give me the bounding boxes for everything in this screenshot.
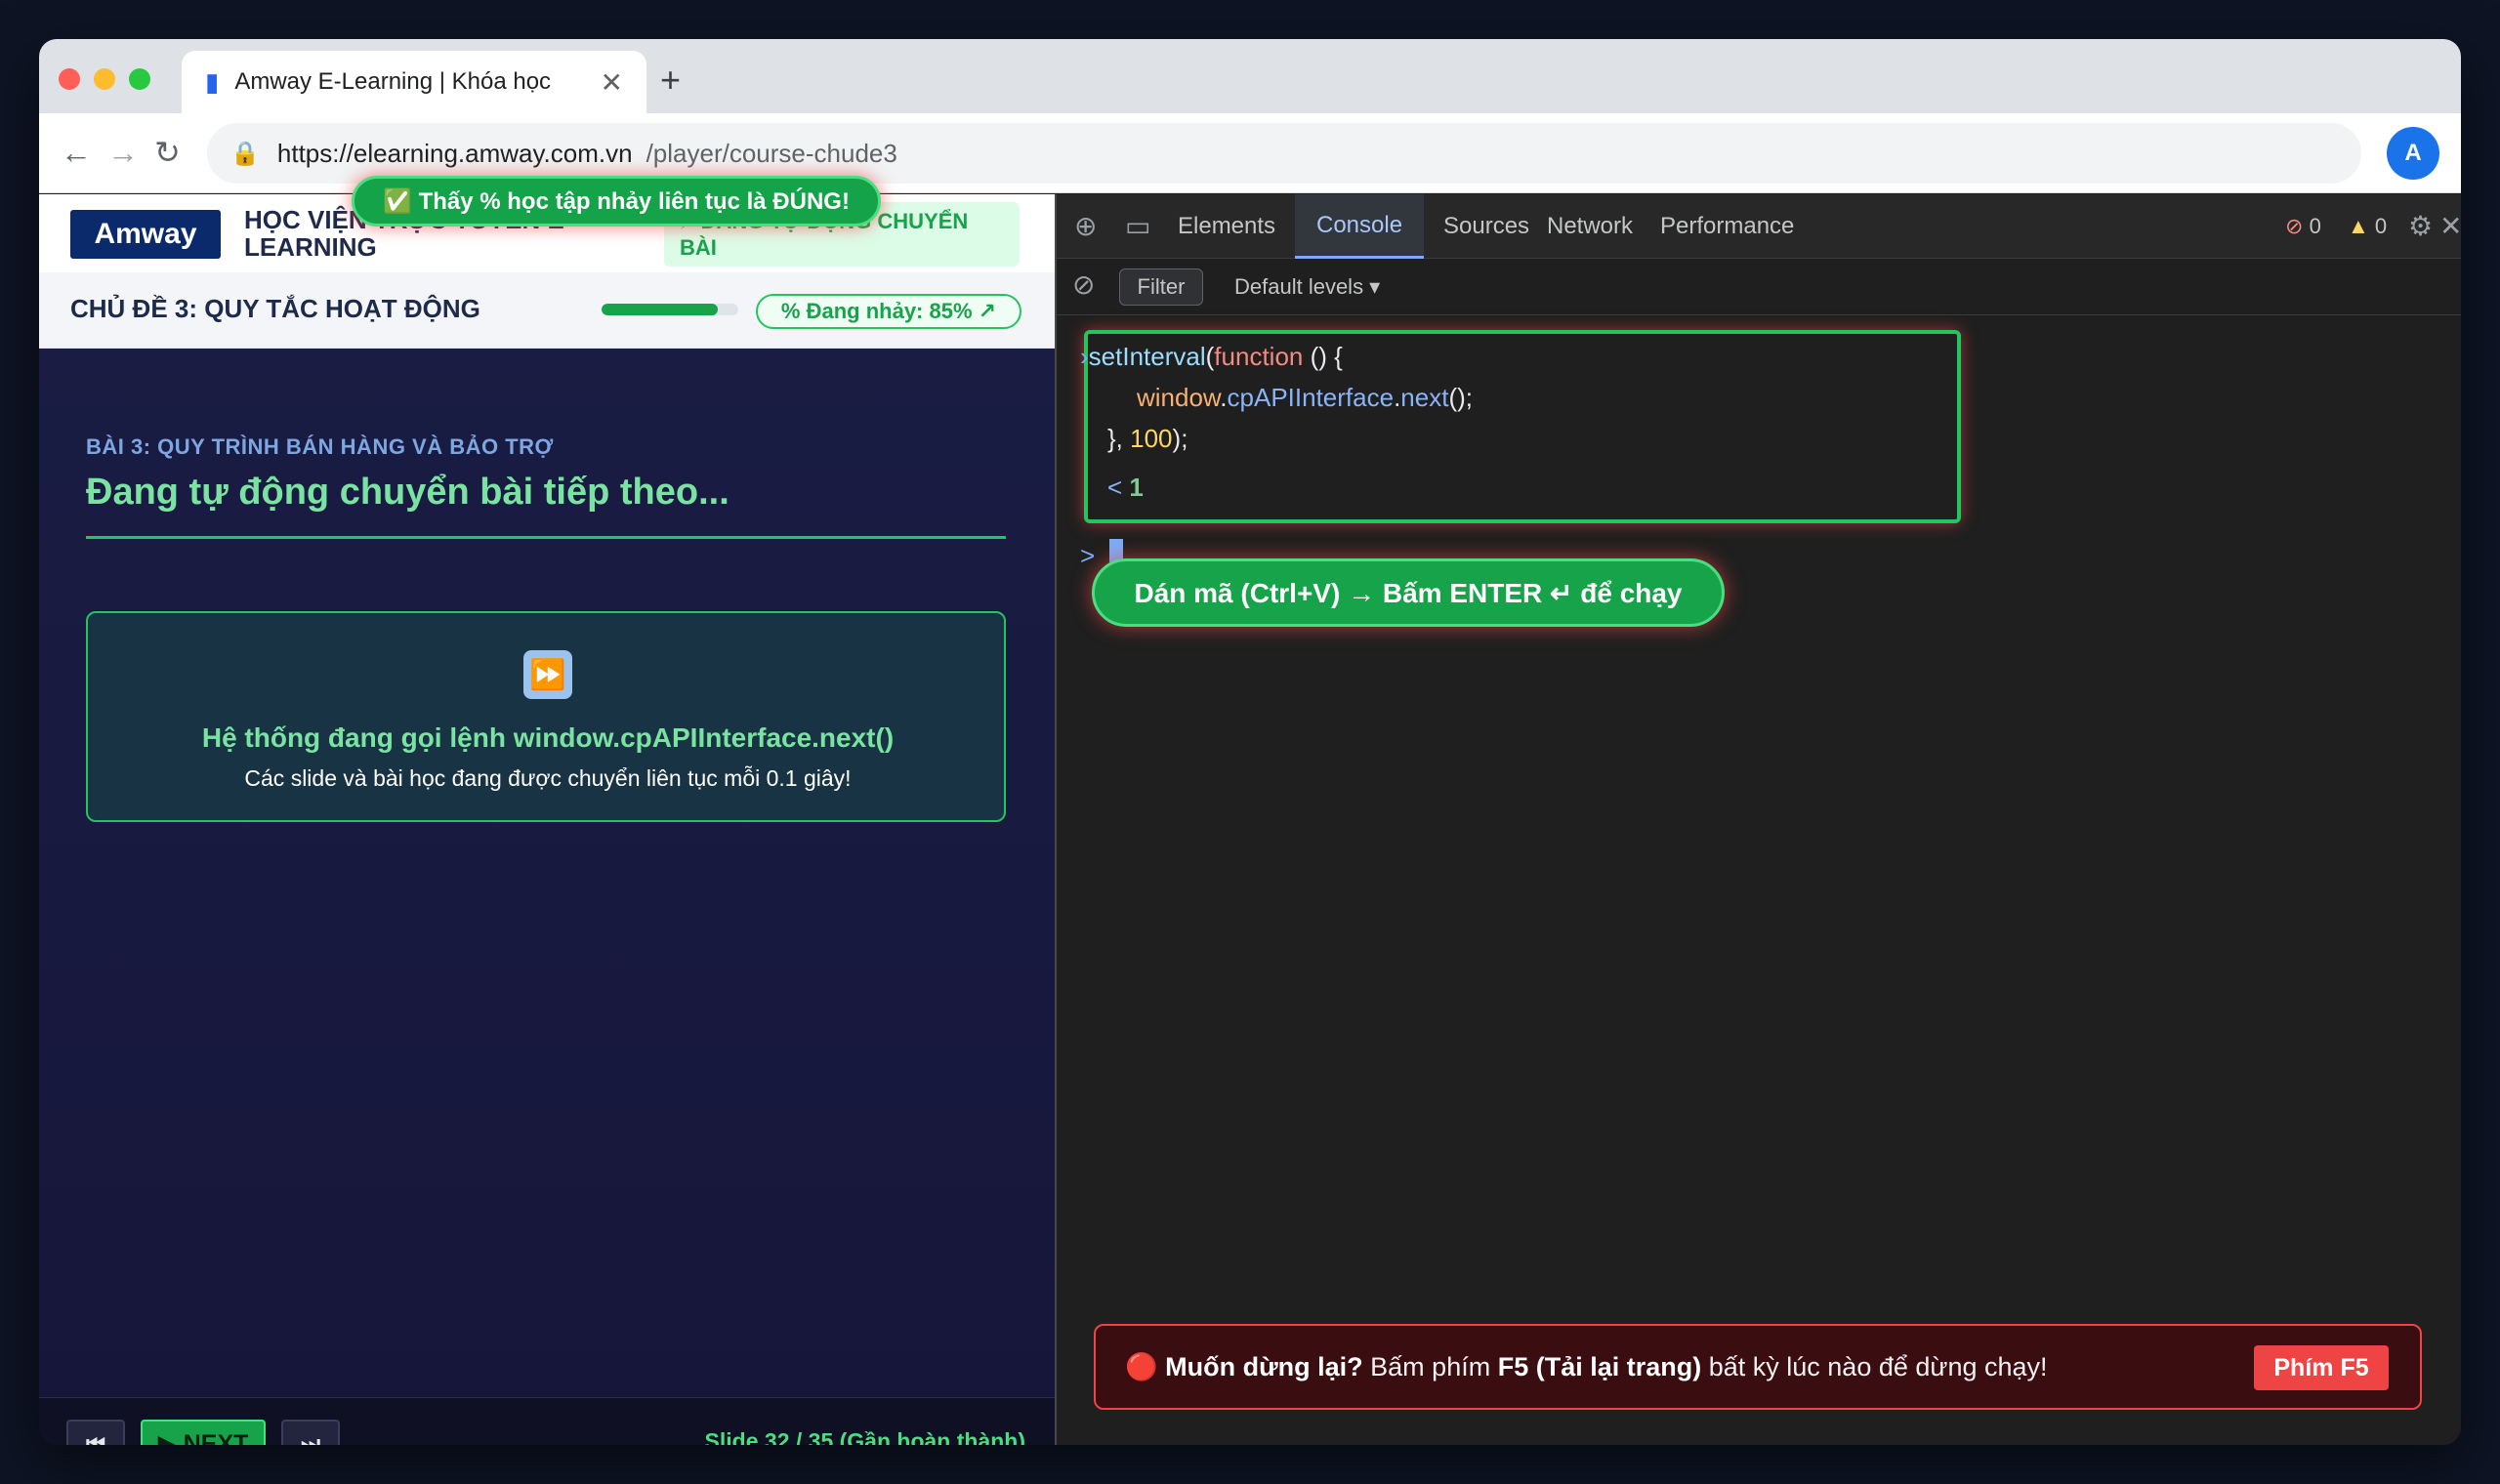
gear-icon[interactable]: ⚙: [2408, 212, 2433, 241]
prompt-chevron: >: [1080, 541, 1096, 570]
info-headline: Hệ thống đang gọi lệnh window.cpAPIInter…: [201, 722, 895, 753]
address-bar[interactable]: 🔒 https://elearning.amway.com.vn /player…: [207, 123, 2361, 184]
tab-console[interactable]: Console: [1295, 194, 1425, 259]
stop-message: 🔴 Muốn dừng lại? Bấm phím F5 (Tải lại tr…: [1125, 1351, 2048, 1382]
tab-network[interactable]: Network: [1525, 194, 1654, 259]
profile-avatar[interactable]: A: [2387, 127, 2439, 180]
book-icon: ▮: [205, 66, 220, 97]
code-token: function: [1214, 342, 1304, 371]
input-chevron-icon: ›: [1080, 342, 1089, 371]
console-filterbar: ⊘ Filter Default levels ▾: [1057, 259, 2461, 315]
code-line-3: }, 100);: [1107, 422, 1188, 455]
error-icon: ⊘: [2285, 214, 2304, 238]
url-path: /player/course-chude3: [646, 138, 897, 168]
forward-icon[interactable]: →: [107, 131, 139, 174]
code-token: ();: [1448, 383, 1473, 412]
tab-elements[interactable]: Elements: [1156, 194, 1297, 259]
minimize-window-button[interactable]: [94, 68, 115, 90]
error-count[interactable]: ⊘ 0: [2285, 212, 2321, 241]
callout-progress-ok: ✅ Thấy % học tập nhảy liên tục là ĐÚNG!: [352, 176, 881, 227]
stop-text-part: Bấm phím: [1362, 1352, 1498, 1381]
code-token: cpAPIInterface: [1227, 383, 1395, 412]
fast-forward-icon: ⏩: [523, 650, 572, 699]
stop-text-part: bất kỳ lúc nào để dừng chạy!: [1701, 1352, 2048, 1381]
lesson-subtitle: BÀI 3: QUY TRÌNH BÁN HÀNG VÀ BẢO TRỢ: [86, 434, 554, 459]
next-button[interactable]: ▶ NEXT: [141, 1420, 266, 1445]
inspect-icon[interactable]: ⊕: [1074, 212, 1097, 241]
close-window-button[interactable]: [59, 68, 80, 90]
progress-bar: [602, 304, 738, 315]
console-result: < 1: [1107, 471, 1144, 504]
amway-logo[interactable]: Amway: [70, 210, 221, 259]
result-value: 1: [1129, 473, 1144, 502]
filter-input[interactable]: Filter: [1119, 268, 1203, 306]
lock-icon: 🔒: [230, 140, 260, 167]
info-box: ⏩ Hệ thống đang gọi lệnh window.cpAPIInt…: [86, 611, 1006, 822]
progress-pill: % Đang nhảy: 85% ↗: [756, 294, 1021, 329]
chapter-title: CHỦ ĐỀ 3: QUY TẮC HOẠT ĐỘNG: [70, 294, 480, 323]
elearning-page: Amway HỌC VIỆN TRỰC TUYẾN E-LEARNING ⚡ Đ…: [39, 194, 1055, 1445]
devtools-tabbar: ⊕ ▭ Elements Console Sources Network Per…: [1057, 194, 2461, 259]
code-line-2: window.cpAPIInterface.next();: [1137, 381, 1473, 414]
progress-fill: [602, 304, 718, 315]
stop-key-hint: F5 (Tải lại trang): [1497, 1352, 1702, 1381]
browser-window: ▮ Amway E-Learning | Khóa học ✕ + ← → ↻ …: [39, 39, 2461, 1445]
code-token: );: [1172, 424, 1188, 453]
code-token: .: [1220, 383, 1228, 412]
lesson-title: Đang tự động chuyển bài tiếp theo...: [86, 472, 729, 513]
console-prompt[interactable]: >: [1080, 539, 1095, 572]
code-token: window: [1137, 383, 1221, 412]
warning-count[interactable]: ▲ 0: [2348, 212, 2387, 241]
code-token: () {: [1303, 342, 1343, 371]
tab-performance[interactable]: Performance: [1639, 194, 1815, 259]
device-toolbar-icon[interactable]: ▭: [1125, 212, 1150, 241]
code-token: 100: [1130, 424, 1173, 453]
stop-banner: 🔴 Muốn dừng lại? Bấm phím F5 (Tải lại tr…: [1094, 1324, 2422, 1410]
info-description: Các slide và bài học đang được chuyển li…: [244, 765, 852, 791]
browser-tab[interactable]: ▮ Amway E-Learning | Khóa học ✕: [182, 51, 646, 113]
callout-paste-instruction: Dán mã (Ctrl+V) → Bấm ENTER ↵ để chạy: [1092, 558, 1725, 627]
code-line-1: ›setInterval(function () {: [1080, 340, 1343, 373]
code-token: (: [1205, 342, 1215, 371]
tab-title: Amway E-Learning | Khóa học: [234, 68, 552, 95]
warning-icon: ▲: [2348, 214, 2369, 238]
chapter-bar: CHỦ ĐỀ 3: QUY TẮC HOẠT ĐỘNG % Đang nhảy:…: [39, 272, 1055, 349]
reload-icon[interactable]: ↻: [154, 131, 181, 174]
skip-button[interactable]: ⏭: [281, 1420, 340, 1445]
maximize-window-button[interactable]: [129, 68, 150, 90]
close-tab-icon[interactable]: ✕: [601, 66, 623, 99]
tab-strip: ▮ Amway E-Learning | Khóa học ✕ +: [39, 39, 2461, 113]
previous-button[interactable]: ⏮: [66, 1420, 125, 1445]
slide-counter: Slide 32 / 35 (Gần hoàn thành): [704, 1428, 1025, 1445]
error-count-value: 0: [2309, 214, 2321, 238]
url-host: https://elearning.amway.com.vn: [276, 138, 633, 168]
code-token: },: [1107, 424, 1131, 453]
log-levels-dropdown[interactable]: Default levels ▾: [1234, 274, 1380, 300]
close-icon[interactable]: ✕: [2439, 212, 2461, 241]
stop-question: Muốn dừng lại?: [1165, 1352, 1363, 1381]
f5-key-badge: Phím F5: [2254, 1345, 2389, 1390]
new-tab-button[interactable]: +: [660, 61, 681, 100]
divider: [86, 536, 1006, 539]
back-icon[interactable]: ←: [61, 131, 92, 174]
warning-count-value: 0: [2374, 214, 2388, 238]
code-token: next: [1400, 383, 1449, 412]
red-circle-icon: 🔴: [1125, 1352, 1158, 1381]
clear-console-icon[interactable]: ⊘: [1072, 270, 1095, 300]
code-token: setInterval: [1088, 342, 1206, 371]
result-arrow: <: [1107, 473, 1123, 502]
